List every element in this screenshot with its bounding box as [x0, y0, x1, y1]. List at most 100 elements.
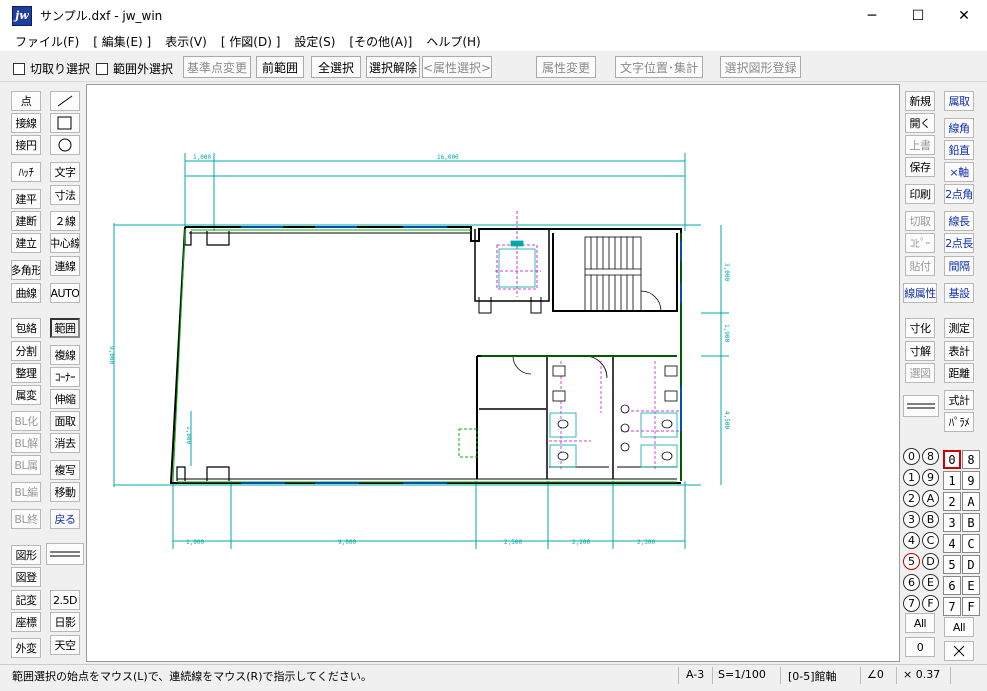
corner-button[interactable]: ｺｰﾅｰ [50, 367, 80, 387]
open-file-button[interactable]: 開く [905, 113, 935, 133]
tangent-tool-button[interactable]: 接線 [11, 113, 41, 133]
distance-button[interactable]: 距離 [944, 363, 974, 383]
symbol-change-button[interactable]: 記変 [11, 590, 41, 610]
attr-select-button[interactable]: <属性選択> [422, 56, 492, 78]
layer-button[interactable]: 2 [943, 492, 961, 511]
close-button[interactable]: ✕ [941, 0, 987, 31]
tangent-circle-tool-button[interactable]: 接円 [11, 135, 41, 155]
maximize-button[interactable]: ☐ [895, 0, 941, 31]
layer-x-button[interactable] [944, 641, 974, 661]
building-section-button[interactable]: 建断 [11, 211, 41, 231]
layer-button[interactable]: 9 [962, 471, 980, 490]
copy-button[interactable]: 複写 [50, 460, 80, 480]
overwrite-button[interactable]: 上書 [905, 135, 935, 155]
building-plan-button[interactable]: 建平 [11, 189, 41, 209]
layer-group-circle[interactable]: F [922, 595, 939, 612]
group-zero-button[interactable]: 0 [905, 637, 935, 657]
cut-button[interactable]: 切取 [905, 211, 935, 231]
line-length-button[interactable]: 線長 [944, 211, 974, 231]
layer-group-circle[interactable]: 7 [903, 595, 920, 612]
minimize-button[interactable]: ─ [849, 0, 895, 31]
text-position-total-button[interactable]: 文字位置･集計 [615, 56, 703, 78]
figure-register-button[interactable]: 図登 [11, 567, 41, 587]
bl-dissolve-button[interactable]: BL解 [11, 433, 41, 453]
arrange-button[interactable]: 整理 [11, 363, 41, 383]
external-change-button[interactable]: 外変 [11, 638, 41, 658]
view-2-5d-button[interactable]: 2.5D [50, 590, 80, 610]
point-tool-button[interactable]: 点 [11, 91, 41, 111]
copy-clipboard-button[interactable]: ｺﾋﾟｰ [905, 233, 935, 253]
attr-change-tool-button[interactable]: 属変 [11, 385, 41, 405]
layer-button[interactable]: A [962, 492, 980, 511]
measure-button[interactable]: 測定 [944, 318, 974, 338]
all-group-button[interactable]: All [905, 613, 935, 633]
polygon-button[interactable]: 多角形 [11, 260, 41, 280]
circle-tool-button[interactable] [50, 135, 80, 155]
auto-button[interactable]: AUTO [50, 283, 80, 303]
layer-group-circle[interactable]: D [922, 553, 939, 570]
sun-shadow-button[interactable]: 日影 [50, 612, 80, 632]
line-size[interactable]: × 0.37 [903, 668, 940, 681]
base-point-change-button[interactable]: 基準点変更 [183, 56, 251, 78]
angle[interactable]: ∠0 [867, 668, 884, 681]
new-file-button[interactable]: 新規 [905, 91, 935, 111]
area-fill-button[interactable]: 面取 [50, 411, 80, 431]
bl-make-button[interactable]: BL化 [11, 411, 41, 431]
building-elevation-button[interactable]: 建立 [11, 233, 41, 253]
layer-group-circle[interactable]: C [922, 532, 939, 549]
two-point-length-button[interactable]: 2点長 [944, 233, 974, 253]
layer-group-circle[interactable]: 8 [922, 448, 939, 465]
cut-select-checkbox[interactable]: 切取り選択 [13, 60, 90, 77]
layer-group-circle[interactable]: 4 [903, 532, 920, 549]
hatch-tool-button[interactable]: ﾊｯﾁ [11, 162, 41, 182]
layer-button[interactable]: 0 [943, 450, 961, 469]
vertical-button[interactable]: 鉛直 [944, 140, 974, 160]
bl-edit-button[interactable]: BL編 [11, 482, 41, 502]
layer-group-circle[interactable]: B [922, 511, 939, 528]
copy-line-button[interactable]: 複線 [50, 345, 80, 365]
spacing-button[interactable]: 間隔 [944, 256, 974, 276]
base-set-button[interactable]: 基設 [944, 283, 974, 303]
paste-button[interactable]: 貼付 [905, 256, 935, 276]
paper-size[interactable]: A-3 [686, 668, 704, 681]
figure-button[interactable]: 図形 [11, 545, 41, 565]
save-button[interactable]: 保存 [905, 157, 935, 177]
envelope-button[interactable]: 包絡 [11, 318, 41, 338]
menu-file[interactable]: ファイル(F) [8, 33, 86, 50]
layer-group-circle[interactable]: 9 [922, 469, 939, 486]
layer-group-circle[interactable]: 0 [903, 448, 920, 465]
line-tool-button[interactable] [50, 91, 80, 111]
register-figure-button[interactable]: 選択図形登録 [720, 56, 801, 78]
prev-range-button[interactable]: 前範囲 [256, 56, 304, 78]
menu-view[interactable]: 表示(V) [158, 33, 214, 50]
layer-button[interactable]: 3 [943, 513, 961, 532]
layer-button[interactable]: 8 [962, 450, 980, 469]
layer-group-circle[interactable]: 3 [903, 511, 920, 528]
divide-button[interactable]: 分割 [11, 341, 41, 361]
layer-button[interactable]: 1 [943, 471, 961, 490]
select-all-button[interactable]: 全選択 [311, 56, 361, 78]
layer-button[interactable]: 7 [943, 597, 961, 616]
layer-group-circle[interactable]: 2 [903, 490, 920, 507]
drawing-area[interactable]: 1,000 16,000 1,900 9,000 2,500 2,200 2,3… [86, 84, 900, 662]
continuous-line-button[interactable]: 連線 [50, 256, 80, 276]
dim-release-button[interactable]: 寸解 [905, 341, 935, 361]
layer-button[interactable]: 6 [943, 576, 961, 595]
menu-other[interactable]: [その他(A)] [342, 33, 419, 50]
attr-change-button[interactable]: 属性変更 [536, 56, 596, 78]
layer-group-circle[interactable]: E [922, 574, 939, 591]
coordinate-button[interactable]: 座標 [11, 612, 41, 632]
parametric-button[interactable]: ﾊﾟﾗﾒ [944, 412, 974, 432]
scale[interactable]: S=1/100 [718, 668, 766, 681]
erase-button[interactable]: 消去 [50, 433, 80, 453]
bl-attr-button[interactable]: BL属 [11, 455, 41, 475]
menu-help[interactable]: ヘルプ(H) [419, 33, 487, 50]
layer-button[interactable]: C [962, 534, 980, 553]
back-button[interactable]: 戻る [50, 509, 80, 529]
dimension-tool-button[interactable]: 寸法 [50, 185, 80, 205]
move-button[interactable]: 移動 [50, 482, 80, 502]
x-axis-button[interactable]: ×軸 [944, 162, 974, 182]
formula-button[interactable]: 式計 [944, 390, 974, 410]
line-angle-button[interactable]: 線角 [944, 118, 974, 138]
attr-get-button[interactable]: 属取 [944, 91, 974, 111]
